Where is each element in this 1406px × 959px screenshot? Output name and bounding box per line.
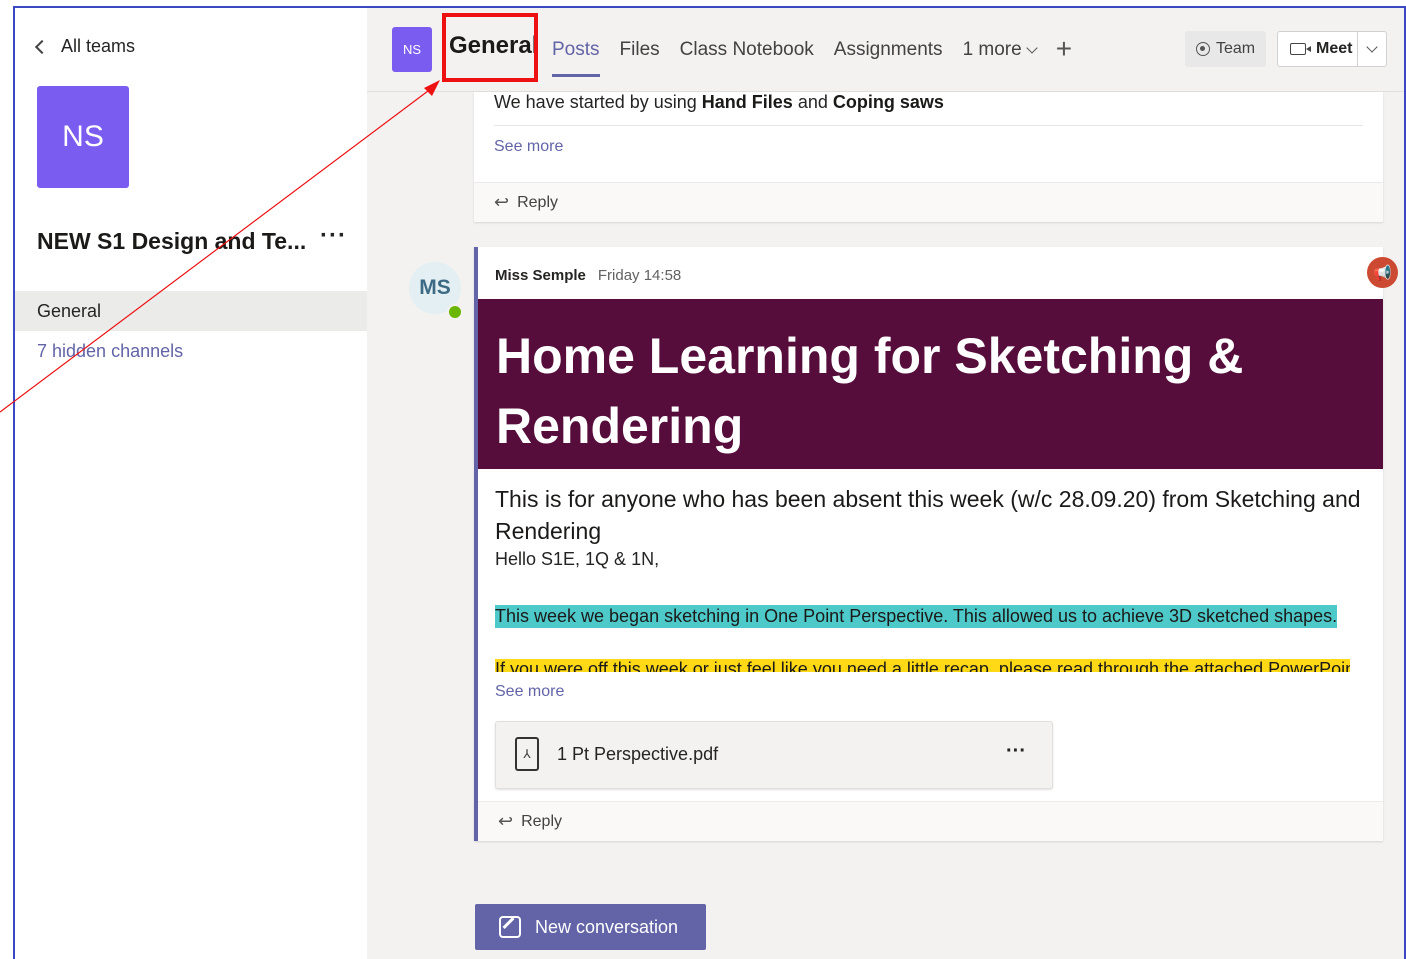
tab-class-notebook[interactable]: Class Notebook — [680, 39, 814, 61]
channel-team-avatar: NS — [392, 27, 432, 72]
pdf-file-icon: ⅄ — [515, 737, 539, 771]
post-text-bold: Coping saws — [832, 92, 944, 112]
chevron-left-icon — [34, 39, 50, 54]
team-button[interactable]: Team — [1185, 31, 1266, 67]
file-attachment[interactable]: ⅄ 1 Pt Perspective.pdf ··· — [495, 721, 1053, 789]
new-conversation-button[interactable]: New conversation — [475, 904, 706, 950]
presence-available-icon — [447, 304, 463, 320]
announcement-icon: 📢 — [1367, 257, 1398, 288]
announcement-subhead: This is for anyone who has been absent t… — [495, 486, 1361, 544]
channel-header: NS General Posts Files Class Notebook As… — [367, 8, 1404, 92]
meet-button[interactable]: Meet — [1277, 31, 1387, 67]
team-name: NEW S1 Design and Te... — [37, 228, 307, 254]
channel-tabs: Posts Files Class Notebook Assignments 1… — [552, 35, 1072, 77]
all-teams-label: All teams — [61, 36, 136, 56]
post-text: and — [792, 92, 833, 112]
tab-posts[interactable]: Posts — [552, 39, 600, 77]
tab-files[interactable]: Files — [620, 39, 660, 61]
post-timestamp: Friday 14:58 — [597, 267, 682, 284]
highlighted-text-cyan: This week we began sketching in One Poin… — [495, 605, 1338, 628]
team-button-label: Team — [1215, 40, 1256, 57]
teams-sidebar: All teams NS NEW S1 Design and Te... ···… — [15, 8, 367, 959]
post-author[interactable]: Miss Semple — [495, 267, 586, 284]
post-text-bold: Hand Files — [701, 92, 793, 112]
reply-arrow-icon: ↩ — [494, 192, 510, 212]
add-tab-plus-icon[interactable]: + — [1056, 35, 1072, 63]
tab-more-label: 1 more — [962, 39, 1022, 60]
chevron-down-icon — [1366, 41, 1378, 53]
annotation-highlight-box — [442, 13, 538, 82]
divider — [494, 125, 1363, 126]
conversation-post-announcement: Miss Semple Friday 14:58 Home Learning f… — [474, 247, 1383, 841]
highlighted-text-yellow-clip: If you were off this week or just feel l… — [495, 659, 1350, 672]
attachment-file-name: 1 Pt Perspective.pdf — [557, 744, 719, 764]
announcement-title: Home Learning for Sketching & Rendering — [496, 328, 1244, 454]
hidden-channels-link[interactable]: 7 hidden channels — [37, 341, 183, 362]
chevron-down-icon — [1026, 42, 1038, 54]
post-text: We have started by using — [494, 92, 702, 112]
all-teams-link[interactable]: All teams — [34, 36, 136, 57]
attachment-more-options-button[interactable]: ··· — [1006, 740, 1026, 763]
channel-item-general[interactable]: General — [15, 291, 367, 331]
team-more-options-button[interactable]: ··· — [320, 222, 347, 250]
post-greeting: Hello S1E, 1Q & 1N, — [495, 549, 660, 569]
conversation-post: We have started by using Hand Files and … — [474, 92, 1383, 222]
reply-button[interactable]: ↩ Reply — [474, 182, 1383, 222]
reply-button[interactable]: ↩ Reply — [478, 801, 1383, 841]
meet-now-button[interactable]: Meet — [1278, 32, 1358, 66]
reply-label: Reply — [521, 812, 562, 830]
compose-icon — [499, 916, 521, 938]
reply-arrow-icon: ↩ — [498, 811, 514, 831]
highlighted-text-yellow: If you were off this week or just feel l… — [495, 659, 1350, 672]
tab-assignments[interactable]: Assignments — [834, 39, 943, 61]
tab-more[interactable]: 1 more — [962, 39, 1038, 61]
meet-dropdown-button[interactable] — [1358, 41, 1386, 53]
reply-label: Reply — [517, 193, 558, 211]
eye-icon — [1195, 42, 1210, 56]
team-avatar[interactable]: NS — [37, 86, 129, 188]
post-body-text: We have started by using Hand Files and … — [494, 92, 944, 113]
see-more-link[interactable]: See more — [495, 683, 564, 701]
meet-button-label: Meet — [1316, 40, 1353, 57]
app-window: All teams NS NEW S1 Design and Te... ···… — [13, 6, 1406, 959]
channel-main: NS General Posts Files Class Notebook As… — [367, 8, 1404, 959]
new-conversation-label: New conversation — [535, 916, 679, 937]
see-more-link[interactable]: See more — [494, 138, 563, 156]
announcement-banner: Home Learning for Sketching & Rendering — [478, 299, 1383, 469]
video-camera-icon — [1290, 43, 1311, 55]
post-meta: Miss Semple Friday 14:58 — [495, 267, 681, 284]
